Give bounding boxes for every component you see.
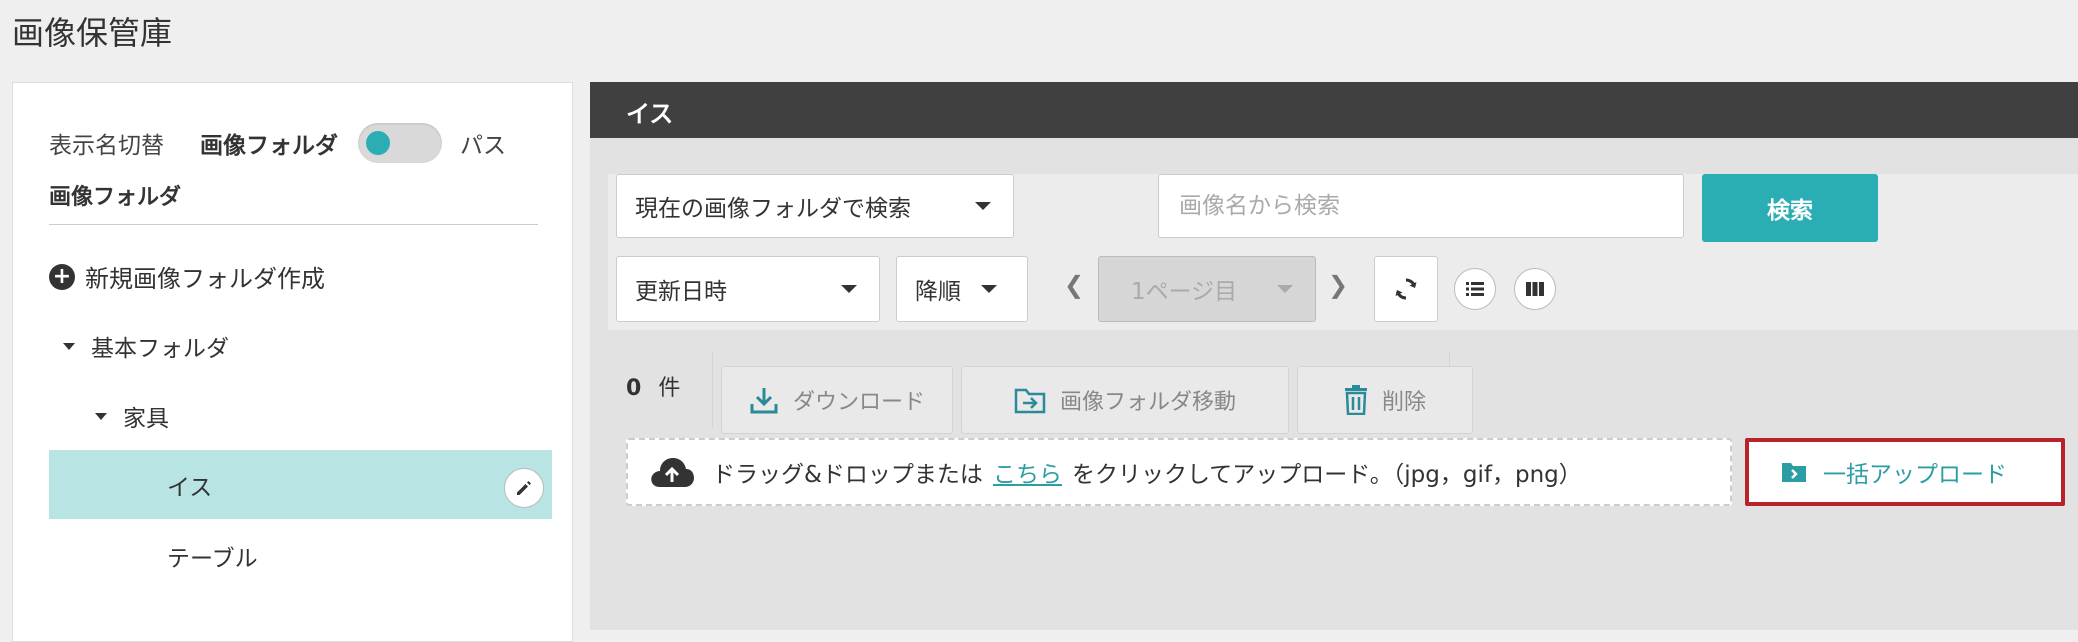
bulk-action-group: ダウンロード 画像フォルダ移動 削除 xyxy=(712,352,1473,434)
refresh-icon xyxy=(1395,278,1417,300)
toggle-option-folder: 画像フォルダ xyxy=(200,133,338,159)
move-folder-label: 画像フォルダ移動 xyxy=(1059,390,1236,415)
columns-icon xyxy=(1526,282,1544,296)
toggle-label: 表示名切替 xyxy=(49,133,164,159)
page-value: 1ページ目 xyxy=(1131,279,1238,305)
chevron-down-icon xyxy=(975,202,991,210)
divider xyxy=(49,224,538,225)
tree-item-furniture[interactable]: 家具 xyxy=(95,399,169,433)
upload-link[interactable]: こちら xyxy=(993,455,1062,489)
search-panel: 現在の画像フォルダで検索 検索 更新日時 降順 ❮ 1ページ目 ❯ xyxy=(608,174,2078,330)
new-folder-button[interactable]: + 新規画像フォルダ作成 xyxy=(49,259,325,294)
sort-field-value: 更新日時 xyxy=(635,279,727,305)
folder-upload-icon xyxy=(1782,463,1806,482)
sort-order-select[interactable]: 降順 xyxy=(896,256,1028,322)
chevron-down-icon xyxy=(981,285,997,293)
tree-item-chair[interactable]: イス xyxy=(49,450,552,519)
caret-down-icon[interactable] xyxy=(63,342,75,350)
new-folder-label: 新規画像フォルダ作成 xyxy=(85,265,325,293)
grid-view-button[interactable] xyxy=(1514,268,1556,310)
sort-field-select[interactable]: 更新日時 xyxy=(616,256,880,322)
prev-page-icon[interactable]: ❮ xyxy=(1064,271,1084,299)
image-name-search-input[interactable] xyxy=(1158,174,1684,238)
delete-label: 削除 xyxy=(1381,390,1426,415)
tree-item-table[interactable]: テーブル xyxy=(167,539,258,573)
folder-move-icon xyxy=(1014,388,1046,414)
tree-item-basic-folder[interactable]: 基本フォルダ xyxy=(63,329,229,363)
cloud-upload-icon xyxy=(651,458,694,487)
delete-button[interactable]: 削除 xyxy=(1297,366,1473,434)
download-label: ダウンロード xyxy=(792,390,925,415)
edit-folder-button[interactable] xyxy=(504,468,544,508)
tree-item-label: イス xyxy=(167,475,213,501)
upload-drop-zone[interactable]: ドラッグ&ドロップまたは こちら をクリックしてアップロード。（jpg，gif，… xyxy=(626,438,1732,506)
upload-text-after: をクリックしてアップロード。（jpg，gif，png） xyxy=(1071,462,1582,488)
page-title: 画像保管庫 xyxy=(12,14,173,52)
result-count-value: 0 xyxy=(626,376,642,401)
bulk-upload-button[interactable]: 一括アップロード xyxy=(1745,438,2065,506)
display-name-toggle-row: 表示名切替 画像フォルダ パス xyxy=(49,123,549,163)
search-button[interactable]: 検索 xyxy=(1702,174,1878,242)
tree-item-label: 家具 xyxy=(123,406,169,432)
upload-text-before: ドラッグ&ドロップまたは xyxy=(712,462,983,488)
pencil-icon xyxy=(517,481,531,495)
list-view-button[interactable] xyxy=(1454,268,1496,310)
sort-order-value: 降順 xyxy=(915,279,961,305)
plus-circle-icon: + xyxy=(49,263,75,290)
display-name-toggle[interactable] xyxy=(358,123,442,163)
result-count-unit: 件 xyxy=(658,376,681,401)
folder-section-heading: 画像フォルダ xyxy=(49,185,182,210)
download-icon xyxy=(750,388,778,414)
result-count: 0 件 xyxy=(626,370,680,402)
chevron-down-icon xyxy=(1277,285,1293,293)
toggle-option-path: パス xyxy=(460,133,506,159)
folder-title: イス xyxy=(626,100,674,128)
bulk-upload-label: 一括アップロード xyxy=(1823,462,2007,488)
refresh-button[interactable] xyxy=(1374,256,1438,322)
tree-item-label: テーブル xyxy=(167,546,258,572)
search-scope-select[interactable]: 現在の画像フォルダで検索 xyxy=(616,174,1014,238)
list-icon xyxy=(1466,282,1484,296)
move-folder-button[interactable]: 画像フォルダ移動 xyxy=(961,366,1289,434)
page-select[interactable]: 1ページ目 xyxy=(1098,256,1316,322)
tree-item-label: 基本フォルダ xyxy=(91,336,229,362)
folder-header: イス xyxy=(590,82,2078,138)
folder-sidebar: 表示名切替 画像フォルダ パス 画像フォルダ + 新規画像フォルダ作成 基本フォ… xyxy=(12,82,573,642)
search-scope-value: 現在の画像フォルダで検索 xyxy=(635,196,911,222)
caret-down-icon[interactable] xyxy=(95,412,107,420)
main-content: 現在の画像フォルダで検索 検索 更新日時 降順 ❮ 1ページ目 ❯ xyxy=(590,138,2078,630)
toggle-knob xyxy=(366,131,390,155)
trash-icon xyxy=(1344,385,1367,415)
download-button[interactable]: ダウンロード xyxy=(721,366,953,434)
next-page-icon[interactable]: ❯ xyxy=(1328,271,1348,299)
chevron-down-icon xyxy=(841,285,857,293)
